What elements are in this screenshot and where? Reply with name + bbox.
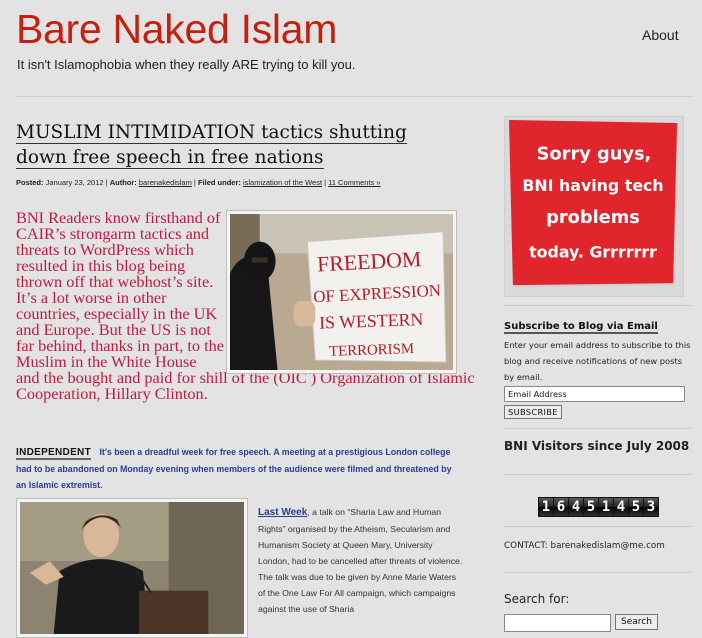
contact-email: CONTACT: barenakedislam@me.com xyxy=(504,541,665,551)
counter-digit: 4 xyxy=(614,498,628,516)
post-category-link[interactable]: islamization of the West xyxy=(243,178,322,187)
visitors-title: BNI Visitors since July 2008 xyxy=(504,439,690,453)
sidebar-divider xyxy=(504,526,692,527)
post-body-text: Last Week, a talk on “Sharia Law and Hum… xyxy=(258,507,463,614)
post-meta: Posted: January 23, 2012 | Author: baren… xyxy=(16,178,381,187)
post-author-link[interactable]: barenakedislam xyxy=(139,178,192,187)
counter-digit: 1 xyxy=(599,498,613,516)
subscribe-description: Enter your email address to subscribe to… xyxy=(504,340,691,382)
counter-digit: 4 xyxy=(569,498,583,516)
subscribe-title: Subscribe to Blog via Email xyxy=(504,321,658,334)
nav-about-link[interactable]: About xyxy=(642,27,679,43)
post-comments-link[interactable]: 11 Comments » xyxy=(328,178,380,187)
subscribe-button[interactable]: SUBSCRIBE xyxy=(504,405,562,419)
sign-line-3: IS WESTERN xyxy=(319,309,424,333)
sidebar-divider xyxy=(504,474,692,475)
protest-photo: FREEDOM OF EXPRESSION IS WESTERN TERRORI… xyxy=(226,210,457,374)
counter-digit: 5 xyxy=(629,498,643,516)
search-input[interactable] xyxy=(504,614,611,632)
post-title[interactable]: MUSLIM INTIMIDATION tactics shutting dow… xyxy=(16,120,416,170)
source-label: INDEPENDENT xyxy=(16,447,91,460)
note-line-2: BNI having tech xyxy=(522,176,663,195)
sidebar-divider xyxy=(504,572,692,573)
visitor-counter: 1 6 4 5 1 4 5 3 xyxy=(538,497,659,517)
email-field[interactable] xyxy=(504,386,685,402)
note-line-3: problems xyxy=(546,207,640,228)
note-line-1: Sorry guys, xyxy=(537,144,652,165)
tech-problems-note: Sorry guys, BNI having tech problems tod… xyxy=(504,116,684,297)
post-date: January 23, 2012 xyxy=(45,178,104,187)
header-divider xyxy=(16,96,692,97)
source-quote: INDEPENDENT It’s been a dreadful week fo… xyxy=(16,447,452,490)
site-title[interactable]: Bare Naked Islam xyxy=(16,6,337,53)
site-tagline: It isn't Islamophobia when they really A… xyxy=(17,57,356,72)
counter-digit: 3 xyxy=(644,498,658,516)
sidebar-divider xyxy=(504,305,692,306)
search-label: Search for: xyxy=(504,592,570,606)
search-button[interactable]: Search xyxy=(615,614,658,630)
sign-line-4: TERRORISM xyxy=(329,341,415,360)
sidebar-divider xyxy=(504,428,692,429)
last-week-link[interactable]: Last Week xyxy=(258,507,307,518)
counter-digit: 6 xyxy=(554,498,568,516)
counter-digit: 1 xyxy=(539,498,553,516)
note-line-4: today. Grrrrrrr xyxy=(529,242,657,261)
speaker-photo xyxy=(16,498,248,638)
counter-digit: 5 xyxy=(584,498,598,516)
